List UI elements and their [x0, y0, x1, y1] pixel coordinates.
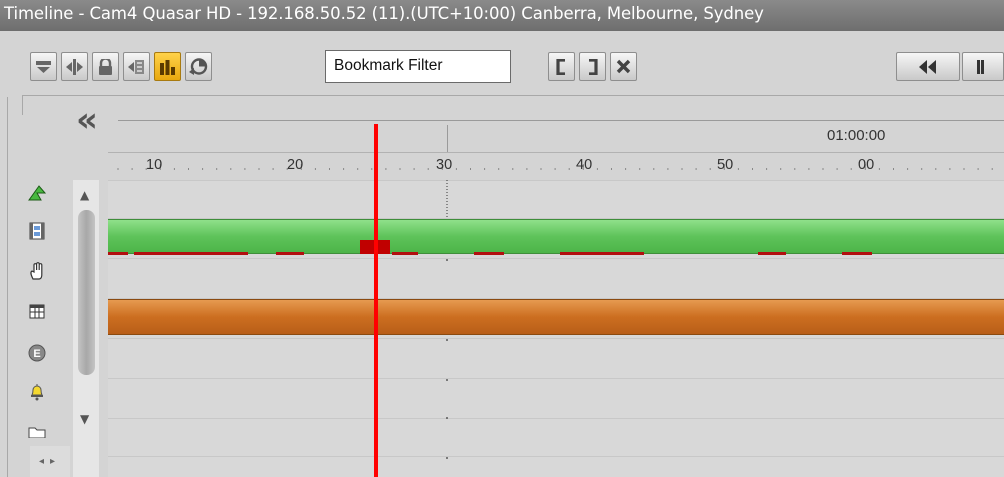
schedule-track-toggle[interactable]	[26, 300, 48, 322]
horizontal-scroll-icon[interactable]: ◂▸	[30, 446, 70, 477]
manual-track-toggle[interactable]	[26, 260, 48, 282]
alarm-track-toggle[interactable]	[26, 381, 48, 403]
video-track-toggle[interactable]	[26, 220, 48, 242]
panel-frame	[22, 95, 1004, 96]
tick-label: 30	[436, 157, 453, 173]
export-icon	[128, 59, 144, 74]
tick-label: 20	[287, 157, 304, 173]
pie-chart-button[interactable]	[185, 52, 212, 81]
bar-chart-button[interactable]	[154, 52, 181, 81]
mark-in-button[interactable]	[548, 52, 575, 81]
lock-button[interactable]	[92, 52, 119, 81]
export-button[interactable]	[123, 52, 150, 81]
lock-icon	[99, 58, 112, 75]
event-track-toggle[interactable]: E	[26, 342, 48, 364]
tick-label: 00	[858, 157, 875, 173]
table-icon	[29, 304, 45, 318]
motion-marker	[474, 252, 504, 255]
bracket-left-icon	[556, 58, 565, 75]
motion-marker	[842, 252, 872, 255]
motion-icon	[28, 185, 47, 201]
clear-marks-button[interactable]	[610, 52, 637, 81]
tick-label: 10	[146, 157, 163, 173]
motion-marker	[758, 252, 786, 255]
video-icon	[29, 222, 45, 240]
panel-frame-corner	[22, 95, 23, 115]
rewind-button[interactable]	[896, 52, 960, 81]
svg-text:E: E	[33, 348, 40, 360]
scroll-down-icon[interactable]: ▼	[80, 412, 89, 426]
collapse-button[interactable]	[30, 52, 57, 81]
mark-out-button[interactable]	[579, 52, 606, 81]
pie-chart-icon	[189, 58, 208, 75]
bar-chart-icon	[160, 59, 175, 75]
panel-left-border	[7, 97, 8, 477]
bookmark-track-toggle[interactable]	[26, 420, 48, 442]
video-recording-track[interactable]	[108, 219, 1004, 254]
scrollbar-thumb[interactable]	[78, 210, 95, 375]
event-icon: E	[28, 344, 46, 362]
bookmark-filter-input[interactable]: Bookmark Filter	[325, 50, 511, 83]
bracket-right-icon	[589, 58, 598, 75]
alarm-icon	[31, 384, 43, 401]
motion-marker	[560, 252, 644, 255]
step-button[interactable]	[962, 52, 1004, 81]
motion-track-toggle[interactable]	[26, 182, 48, 204]
collapse-icon	[36, 60, 51, 73]
tick-label: 40	[576, 157, 593, 173]
hand-icon	[30, 262, 43, 280]
step-icon	[977, 59, 984, 74]
motion-marker	[392, 252, 418, 255]
motion-marker	[108, 252, 128, 255]
split-icon	[66, 58, 83, 75]
scroll-up-icon[interactable]: ▲	[80, 188, 89, 202]
close-icon	[616, 59, 631, 74]
tick-label: 50	[717, 157, 734, 173]
track-icon-column: E	[26, 180, 48, 477]
folder-icon	[28, 427, 46, 438]
split-button[interactable]	[61, 52, 88, 81]
playhead[interactable]	[374, 124, 378, 477]
schedule-recording-track[interactable]	[108, 299, 1004, 335]
motion-marker	[276, 252, 304, 255]
motion-marker	[134, 252, 248, 255]
collapse-chevron-icon[interactable]: «	[76, 103, 98, 137]
rewind-icon	[919, 59, 936, 74]
window-title: Timeline - Cam4 Quasar HD - 192.168.50.5…	[4, 4, 764, 23]
